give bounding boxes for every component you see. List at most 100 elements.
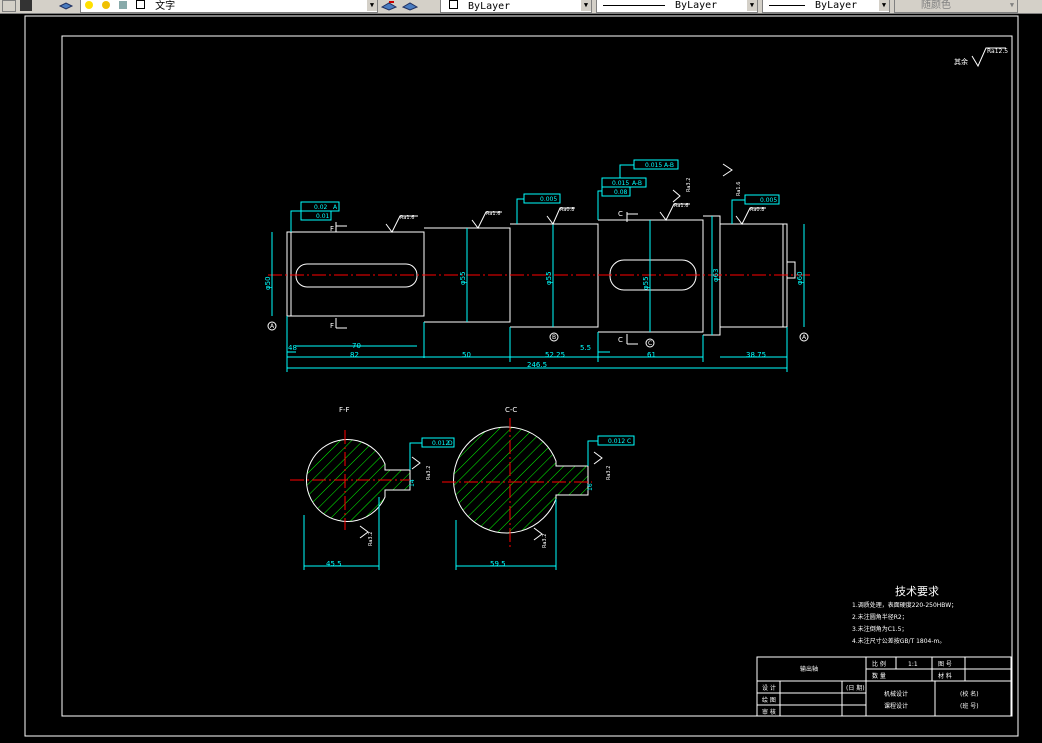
svg-text:0.08: 0.08 [614,189,628,196]
chevron-down-icon[interactable]: ▼ [747,0,757,11]
svg-text:0.02: 0.02 [314,204,328,211]
svg-text:48: 48 [288,344,297,352]
svg-text:其余: 其余 [954,57,968,66]
title-block-text: 输出轴 比 例 1:1 图 号 数 量 材 料 设 计 (日 期) 绘 图 审 … [762,660,979,716]
svg-text:Ra3.2: Ra3.2 [606,466,612,480]
svg-text:(校 名): (校 名) [960,690,979,698]
svg-text:φ55: φ55 [545,271,553,285]
svg-text:82: 82 [350,351,359,359]
layer-manager-icon[interactable] [58,0,74,12]
svg-text:59.5: 59.5 [490,560,506,568]
sun-icon [102,1,111,9]
svg-text:A: A [333,204,338,211]
svg-text:Ra1.6: Ra1.6 [674,203,688,209]
svg-text:Ra0.8: Ra0.8 [750,207,764,213]
svg-text:61: 61 [647,351,656,359]
svg-text:F: F [330,322,334,330]
svg-text:比 例: 比 例 [872,660,886,668]
svg-text:(班 号): (班 号) [960,702,979,710]
linetype-sample [603,4,665,6]
svg-text:机械设计: 机械设计 [884,690,908,698]
svg-text:C: C [618,336,623,344]
svg-text:Ra3.2: Ra3.2 [686,178,692,192]
svg-text:0.005: 0.005 [760,197,777,204]
svg-text:38.75: 38.75 [746,351,766,359]
svg-text:φ63: φ63 [712,268,720,282]
svg-text:D: D [448,440,453,447]
svg-text:Ra0.8: Ra0.8 [560,207,574,213]
datum-symbols: A B C A [267,321,809,348]
layer-previous-icon[interactable] [401,0,419,12]
chevron-down-icon[interactable]: ▼ [879,0,889,11]
svg-text:φ60: φ60 [796,271,804,285]
svg-text:绘 图: 绘 图 [762,696,776,704]
svg-text:Ra1.6: Ra1.6 [400,215,414,221]
svg-text:Ra3.2: Ra3.2 [368,532,374,546]
layer-color-icon [136,0,146,9]
properties-toolbar: 文字 ▼ ByLayer ▼ ByLayer ▼ ByLayer ▼ 随颜色 ▼ [0,0,1042,14]
svg-text:16: 16 [587,483,594,491]
svg-text:Ra12.5: Ra12.5 [987,48,1008,55]
svg-text:0.012: 0.012 [432,440,449,447]
lightbulb-icon [85,1,93,9]
svg-text:4.未注尺寸公差按GB/T 1804-m。: 4.未注尺寸公差按GB/T 1804-m。 [852,637,945,645]
svg-text:φ50: φ50 [264,276,272,290]
section-cc: C-C 59.5 16 0.012 C Ra3.2 Ra3.2 [442,406,635,570]
svg-text:F-F: F-F [339,406,350,414]
linetype-value: ByLayer [675,0,718,11]
general-roughness: 其余 Ra12.5 [954,47,1008,68]
svg-text:A-B: A-B [664,162,674,169]
svg-text:Ra1.6: Ra1.6 [486,211,500,217]
svg-text:C: C [648,340,652,347]
svg-text:B: B [552,334,556,341]
svg-text:45.5: 45.5 [326,560,342,568]
window-button[interactable] [2,0,16,12]
svg-text:图 号: 图 号 [938,661,952,668]
make-current-icon[interactable] [380,0,398,12]
svg-text:数 量: 数 量 [872,672,886,680]
svg-text:52.25: 52.25 [545,351,565,359]
svg-text:0.005: 0.005 [540,196,557,203]
roughness-symbols: Ra1.6 Ra1.6 Ra0.8 Ra1.6 Ra0.8 Ra3.2 Ra1.… [385,163,766,233]
svg-text:70: 70 [352,342,361,350]
svg-text:246.5: 246.5 [527,361,547,369]
technical-requirements: 技术要求 1.调质处理，表面硬度220-250HBW； 2.未注圆角半径R2； … [852,585,957,645]
lock-icon [119,1,128,9]
svg-text:F: F [330,225,334,233]
svg-text:0.015: 0.015 [645,162,662,169]
svg-text:0.012: 0.012 [608,438,625,445]
svg-text:材 料: 材 料 [938,672,952,680]
gtol-frames: 0.02 A 0.01 0.005 0.015 A-B 0.08 0.015 A… [290,159,780,232]
chevron-down-icon[interactable]: ▼ [1007,0,1017,11]
svg-text:C: C [618,210,623,218]
plotstyle-combo[interactable]: 随颜色 ▼ [894,0,1018,13]
save-icon[interactable] [20,0,32,11]
svg-text:(日 期): (日 期) [846,684,865,692]
chevron-down-icon[interactable]: ▼ [367,0,377,11]
color-combo[interactable]: ByLayer ▼ [440,0,592,13]
svg-text:Ra1.6: Ra1.6 [736,182,742,196]
svg-text:Ra3.2: Ra3.2 [542,534,548,548]
svg-text:审 核: 审 核 [762,708,776,716]
svg-text:C-C: C-C [505,406,517,414]
svg-text:0.01: 0.01 [316,213,330,220]
svg-text:5.5: 5.5 [580,344,591,352]
svg-text:C: C [627,438,631,445]
section-markers: F F C C [330,210,638,345]
svg-text:技术要求: 技术要求 [895,585,939,598]
svg-text:φ55: φ55 [642,276,650,290]
color-value: ByLayer [468,1,511,12]
chevron-down-icon[interactable]: ▼ [581,0,591,11]
drawing-canvas[interactable]: 其余 Ra12.5 φ50 φ55 φ55 φ55 φ63 φ60 48 70 … [0,14,1042,739]
svg-text:输出轴: 输出轴 [800,665,818,673]
layer-name: 文字 [155,1,176,12]
linetype-combo[interactable]: ByLayer ▼ [596,0,758,13]
svg-text:课程设计: 课程设计 [884,702,908,710]
svg-text:φ55: φ55 [459,271,467,285]
lineweight-combo[interactable]: ByLayer ▼ [762,0,890,13]
layer-combo[interactable]: 文字 ▼ [80,0,378,13]
lineweight-sample [769,4,805,6]
svg-text:1.调质处理，表面硬度220-250HBW；: 1.调质处理，表面硬度220-250HBW； [852,601,957,609]
svg-text:0.015: 0.015 [612,180,629,187]
svg-text:设 计: 设 计 [762,684,776,692]
